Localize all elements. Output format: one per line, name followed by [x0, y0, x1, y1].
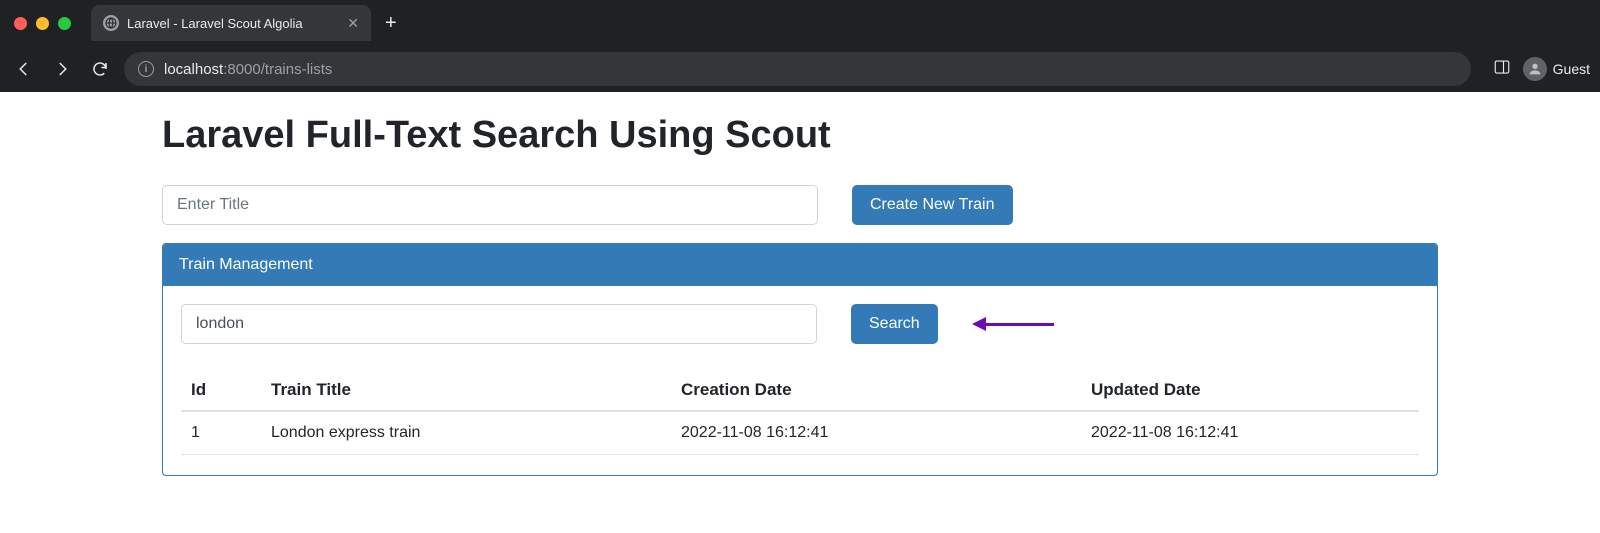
panel-body: Search Id Train Title Creation Date Upda… — [163, 286, 1437, 475]
window-controls — [14, 17, 71, 30]
cell-id: 1 — [181, 411, 261, 455]
search-row: Search — [181, 304, 1419, 344]
col-title: Train Title — [261, 370, 671, 411]
window-minimize-button[interactable] — [36, 17, 49, 30]
col-updated: Updated Date — [1081, 370, 1419, 411]
col-created: Creation Date — [671, 370, 1081, 411]
trains-table: Id Train Title Creation Date Updated Dat… — [181, 370, 1419, 455]
panel-heading: Train Management — [163, 244, 1437, 286]
search-button[interactable]: Search — [851, 304, 938, 344]
page-title: Laravel Full-Text Search Using Scout — [162, 114, 1438, 157]
browser-toolbar: i localhost:8000/trains-lists Guest — [0, 46, 1600, 92]
title-input[interactable] — [162, 185, 818, 225]
profile-label: Guest — [1553, 61, 1590, 77]
cell-updated: 2022-11-08 16:12:41 — [1081, 411, 1419, 455]
train-management-panel: Train Management Search Id Train Title C… — [162, 243, 1438, 476]
site-info-icon[interactable]: i — [138, 61, 154, 77]
url-text: localhost:8000/trains-lists — [164, 61, 332, 78]
forward-button[interactable] — [48, 55, 76, 83]
tab-title: Laravel - Laravel Scout Algolia — [127, 16, 339, 31]
page-content: Laravel Full-Text Search Using Scout Cre… — [0, 92, 1600, 476]
back-button[interactable] — [10, 55, 38, 83]
annotation-arrow — [972, 317, 1054, 331]
window-maximize-button[interactable] — [58, 17, 71, 30]
toolbar-right: Guest — [1493, 57, 1590, 81]
cell-title: London express train — [261, 411, 671, 455]
col-id: Id — [181, 370, 261, 411]
create-new-train-button[interactable]: Create New Train — [852, 185, 1013, 225]
create-row: Create New Train — [162, 185, 1438, 225]
search-input[interactable] — [181, 304, 817, 344]
globe-icon — [103, 15, 119, 31]
url-path: :8000/trains-lists — [223, 61, 332, 78]
reload-button[interactable] — [86, 55, 114, 83]
window-close-button[interactable] — [14, 17, 27, 30]
browser-chrome: Laravel - Laravel Scout Algolia ✕ + i lo… — [0, 0, 1600, 92]
table-header-row: Id Train Title Creation Date Updated Dat… — [181, 370, 1419, 411]
tab-strip: Laravel - Laravel Scout Algolia ✕ + — [0, 0, 1600, 46]
side-panel-icon[interactable] — [1493, 58, 1511, 81]
arrow-line — [984, 323, 1054, 326]
browser-tab[interactable]: Laravel - Laravel Scout Algolia ✕ — [91, 5, 371, 41]
table-row: 1 London express train 2022-11-08 16:12:… — [181, 411, 1419, 455]
url-host: localhost — [164, 61, 223, 78]
close-icon[interactable]: ✕ — [347, 15, 359, 32]
profile-button[interactable]: Guest — [1523, 57, 1590, 81]
address-bar[interactable]: i localhost:8000/trains-lists — [124, 52, 1471, 86]
cell-created: 2022-11-08 16:12:41 — [671, 411, 1081, 455]
new-tab-button[interactable]: + — [385, 13, 397, 33]
person-icon — [1523, 57, 1547, 81]
